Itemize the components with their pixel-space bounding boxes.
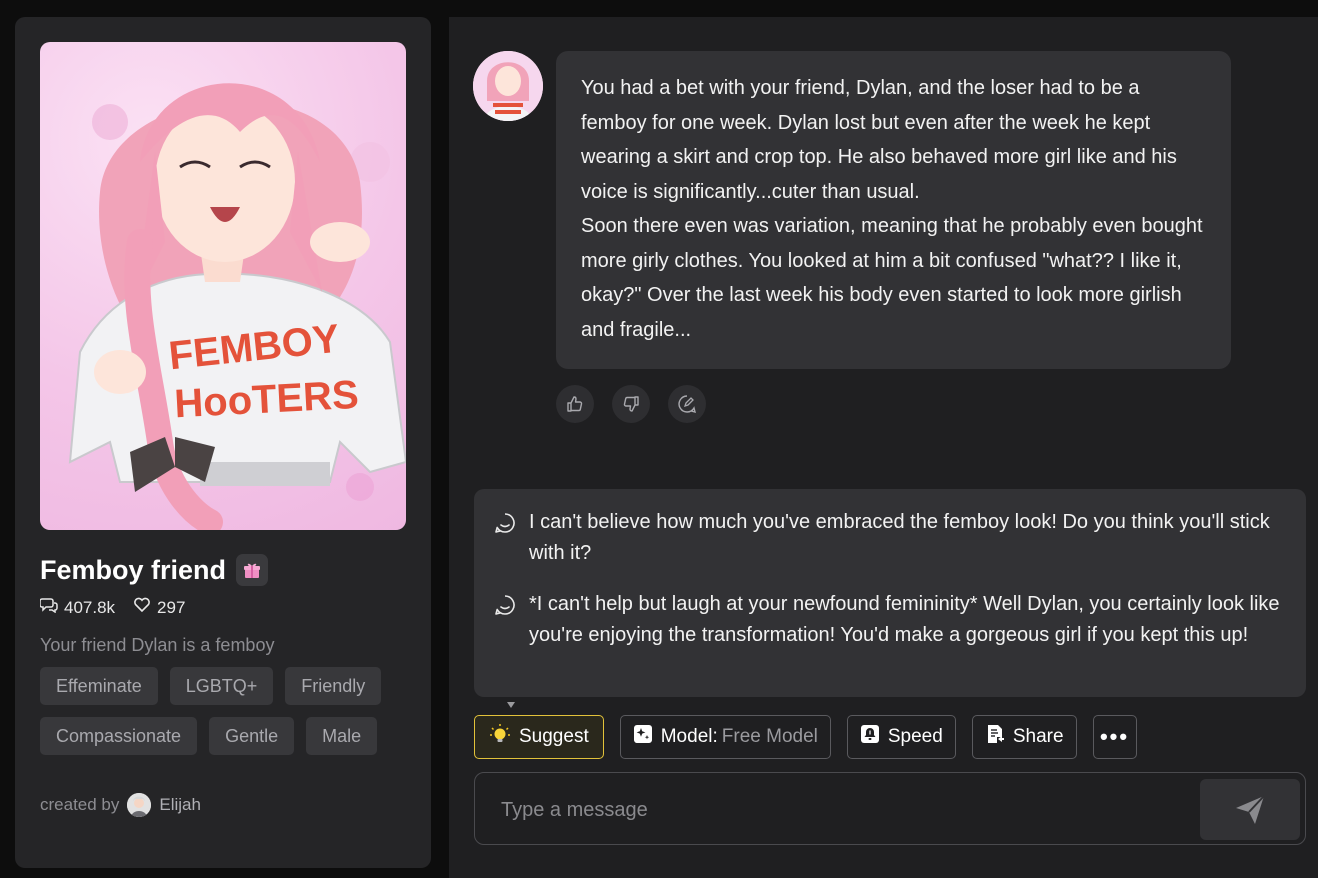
chat-bubble-icon bbox=[494, 589, 518, 651]
tag-chip[interactable]: Gentle bbox=[209, 717, 295, 755]
model-value: Free Model bbox=[721, 726, 818, 747]
message-composer bbox=[474, 772, 1306, 845]
suggestion-text: I can't believe how much you've embraced… bbox=[529, 511, 1270, 564]
sparkle-box-icon bbox=[633, 724, 653, 750]
character-tags: Effeminate LGBTQ+ Friendly Compassionate… bbox=[40, 667, 410, 755]
creator-name[interactable]: Elijah bbox=[159, 795, 201, 815]
tag-chip[interactable]: Effeminate bbox=[40, 667, 158, 705]
message-actions bbox=[556, 385, 706, 423]
share-label: Share bbox=[1012, 726, 1064, 747]
bell-alert-icon bbox=[860, 724, 880, 750]
suggestion-item[interactable]: *I can't help but laugh at your newfound… bbox=[494, 589, 1286, 651]
model-selector-button[interactable]: Model: Free Model bbox=[619, 715, 831, 759]
suggest-button[interactable]: Suggest bbox=[474, 715, 604, 759]
character-description: Your friend Dylan is a femboy bbox=[40, 635, 275, 655]
tag-chip[interactable]: Compassionate bbox=[40, 717, 198, 755]
model-label: Model: bbox=[660, 726, 718, 747]
creator-line: created by Elijah bbox=[40, 793, 201, 817]
tag-chip[interactable]: Friendly bbox=[285, 667, 382, 705]
message-input[interactable] bbox=[501, 795, 1181, 825]
gift-icon[interactable] bbox=[236, 554, 269, 586]
character-stats: 407.8k 297 bbox=[39, 597, 185, 618]
chat-count-stat: 407.8k bbox=[39, 597, 116, 618]
character-portrait: FEMBOY HooTERS bbox=[40, 42, 406, 530]
speed-button[interactable]: Speed bbox=[846, 715, 956, 759]
creator-avatar[interactable] bbox=[127, 793, 152, 817]
share-button[interactable]: Share bbox=[971, 715, 1077, 759]
message-paragraph: Soon there even was variation, meaning t… bbox=[581, 215, 1203, 341]
likes-stat: 297 bbox=[133, 597, 185, 618]
suggestions-panel: I can't believe how much you've embraced… bbox=[474, 489, 1306, 697]
lightbulb-icon bbox=[489, 723, 511, 751]
character-name: Femboy friend bbox=[40, 554, 227, 585]
suggest-label: Suggest bbox=[519, 726, 589, 747]
character-profile-card: FEMBOY HooTERS Femboy friend 407.8k 297 … bbox=[15, 17, 431, 868]
message-paragraph: You had a bet with your friend, Dylan, a… bbox=[581, 77, 1177, 203]
suggestion-item[interactable]: I can't believe how much you've embraced… bbox=[494, 507, 1286, 569]
share-document-icon bbox=[985, 724, 1005, 750]
send-icon bbox=[1236, 794, 1265, 824]
thumbs-up-icon bbox=[567, 396, 583, 412]
rewrite-button[interactable] bbox=[668, 385, 706, 423]
thumbs-down-button[interactable] bbox=[612, 385, 650, 423]
tag-chip[interactable]: Male bbox=[306, 717, 378, 755]
chat-bubbles-icon bbox=[39, 597, 58, 618]
more-options-button[interactable]: ••• bbox=[1092, 715, 1137, 759]
character-message-bubble: You had a bet with your friend, Dylan, a… bbox=[556, 51, 1231, 369]
speed-label: Speed bbox=[887, 726, 943, 747]
ellipsis-icon: ••• bbox=[1099, 724, 1130, 749]
created-by-label: created by bbox=[40, 795, 120, 814]
suggestion-text: *I can't help but laugh at your newfound… bbox=[529, 593, 1280, 646]
likes-count: 297 bbox=[157, 597, 186, 617]
chat-bubble-icon bbox=[494, 507, 518, 569]
thumbs-up-button[interactable] bbox=[556, 385, 594, 423]
thumbs-down-icon bbox=[623, 396, 639, 412]
send-button[interactable] bbox=[1200, 779, 1300, 840]
heart-icon bbox=[133, 597, 151, 618]
tag-chip[interactable]: LGBTQ+ bbox=[169, 667, 274, 705]
chat-panel: You had a bet with your friend, Dylan, a… bbox=[449, 17, 1318, 878]
caret-down-icon bbox=[507, 702, 515, 708]
message-avatar[interactable] bbox=[473, 51, 543, 121]
chat-toolbar: Suggest Model: Free Model Speed Share ••… bbox=[474, 715, 1137, 759]
character-name-row: Femboy friend bbox=[40, 554, 269, 586]
chat-count: 407.8k bbox=[64, 597, 116, 617]
chat-edit-icon bbox=[678, 395, 696, 413]
